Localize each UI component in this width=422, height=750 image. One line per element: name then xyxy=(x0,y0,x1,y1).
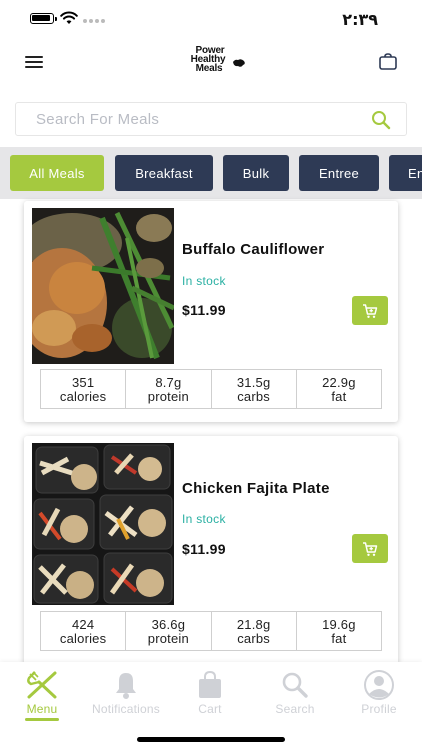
nutrition-cell-protein: 36.6g protein xyxy=(126,612,212,650)
meal-name[interactable]: Chicken Fajita Plate xyxy=(182,480,330,497)
nutrition-label: carbs xyxy=(237,631,271,646)
app-header: Power Healthy Meals xyxy=(0,36,422,92)
meal-name[interactable]: Buffalo Cauliflower xyxy=(182,241,324,258)
meal-card[interactable]: Chicken Fajita Plate In stock $11.99 424… xyxy=(24,436,398,666)
tab-label: Menu xyxy=(26,702,58,716)
nutrition-value: 36.6g xyxy=(151,617,186,632)
meal-photo-chicken-fajita-plate xyxy=(32,443,174,605)
nutrition-label: protein xyxy=(147,631,189,646)
tab-label: Notifications xyxy=(92,702,160,716)
nutrition-cell-protein: 8.7g protein xyxy=(126,370,212,408)
nutrition-value: 424 xyxy=(71,617,95,632)
signal-dots-icon xyxy=(83,19,105,23)
search-icon[interactable] xyxy=(371,110,391,130)
nutrition-cell-calories: 424 calories xyxy=(41,612,127,650)
category-chip-entree[interactable]: Entree xyxy=(299,155,379,191)
active-tab-indicator xyxy=(25,718,59,721)
tab-search[interactable]: Search xyxy=(253,670,337,722)
tab-notifications[interactable]: Notifications xyxy=(84,670,168,722)
status-bar: ٢:٣٩ xyxy=(0,0,422,36)
nutrition-label: calories xyxy=(59,389,107,404)
nutrition-cell-carbs: 31.5g carbs xyxy=(212,370,297,408)
category-tabs: All Meals Breakfast Bulk Entree En xyxy=(0,147,422,199)
tab-cart[interactable]: Cart xyxy=(168,670,252,722)
nutrition-cell-carbs: 21.8g carbs xyxy=(212,612,297,650)
utensils-icon xyxy=(27,671,57,699)
meal-price: $11.99 xyxy=(182,302,226,318)
add-to-cart-icon xyxy=(363,541,378,556)
category-chip-bulk[interactable]: Bulk xyxy=(223,155,289,191)
nutrition-value: 22.9g xyxy=(322,375,356,390)
status-time: ٢:٣٩ xyxy=(342,10,378,29)
tab-menu[interactable]: Menu xyxy=(0,670,84,722)
bell-icon xyxy=(116,673,136,699)
shopping-bag-icon xyxy=(199,670,221,698)
stock-status: In stock xyxy=(182,274,226,288)
category-chip-all-meals[interactable]: All Meals xyxy=(10,155,104,191)
tab-label: Profile xyxy=(361,702,397,716)
nutrition-value: 19.6g xyxy=(322,617,356,632)
add-to-cart-icon xyxy=(363,303,378,318)
add-to-cart-button[interactable] xyxy=(352,534,388,563)
brand-logo: Power Healthy Meals xyxy=(178,46,248,82)
category-chip-partial[interactable]: En xyxy=(389,155,422,191)
search-icon xyxy=(282,672,308,698)
nutrition-value: 351 xyxy=(71,375,95,390)
nutrition-value: 21.8g xyxy=(236,617,271,632)
home-indicator xyxy=(137,737,285,742)
logo-mark-icon xyxy=(233,59,245,67)
nutrition-cell-fat: 19.6g fat xyxy=(297,612,381,650)
search-input[interactable] xyxy=(36,103,356,135)
category-chip-breakfast[interactable]: Breakfast xyxy=(115,155,213,191)
shopping-bag-icon[interactable] xyxy=(379,53,397,70)
nutrition-label: fat xyxy=(331,389,347,404)
stock-status: In stock xyxy=(182,512,226,526)
battery-icon xyxy=(30,13,57,24)
tab-profile[interactable]: Profile xyxy=(337,670,421,722)
nutrition-label: fat xyxy=(331,631,347,646)
nutrition-label: carbs xyxy=(237,389,271,404)
nutrition-value: 31.5g xyxy=(236,375,271,390)
wifi-icon xyxy=(60,11,78,24)
nutrition-table: 351 calories 8.7g protein 31.5g carbs 22… xyxy=(40,369,382,409)
meal-card[interactable]: Buffalo Cauliflower In stock $11.99 351 … xyxy=(24,201,398,422)
nutrition-label: calories xyxy=(59,631,107,646)
nutrition-cell-fat: 22.9g fat xyxy=(297,370,381,408)
add-to-cart-button[interactable] xyxy=(352,296,388,325)
nutrition-label: protein xyxy=(147,389,189,404)
hamburger-menu-icon[interactable] xyxy=(25,56,43,68)
nutrition-value: 8.7g xyxy=(155,375,182,390)
profile-icon xyxy=(364,670,394,700)
nutrition-cell-calories: 351 calories xyxy=(41,370,127,408)
search-bar xyxy=(15,102,407,136)
tab-label: Cart xyxy=(198,702,222,716)
meal-price: $11.99 xyxy=(182,541,226,557)
tab-label: Search xyxy=(275,702,315,716)
meal-photo-buffalo-cauliflower xyxy=(32,208,174,364)
nutrition-table: 424 calories 36.6g protein 21.8g carbs 1… xyxy=(40,611,382,651)
